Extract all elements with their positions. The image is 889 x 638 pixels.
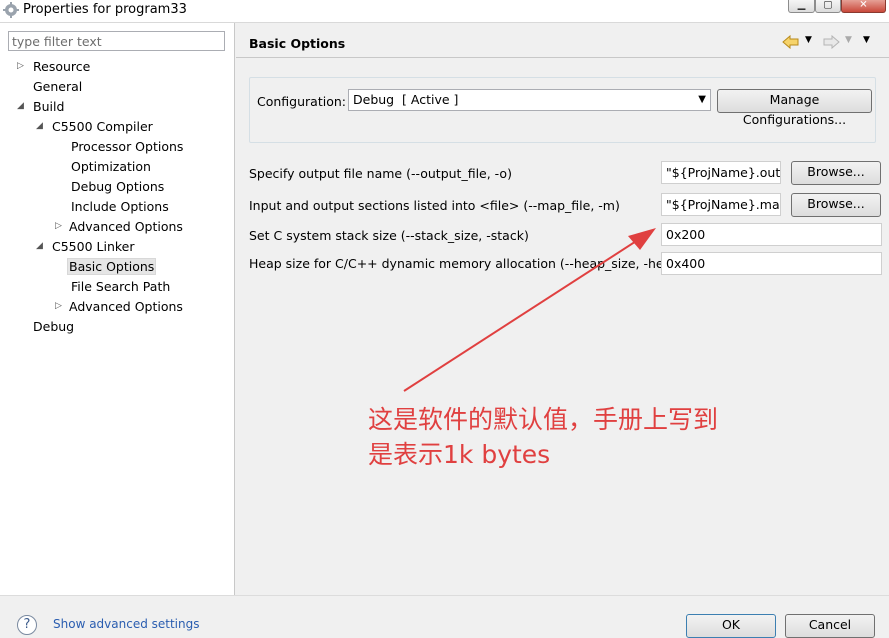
- tree-item-label: File Search Path: [71, 279, 171, 294]
- collapsed-arrow-icon[interactable]: ▷: [55, 297, 62, 316]
- main-panel: Basic Options ▼ ▼ ▼ Configuration: Debug…: [236, 23, 889, 595]
- tree-item-c5500-compiler[interactable]: ◢ C5500 Compiler: [36, 117, 155, 136]
- chevron-down-icon: ▼: [698, 94, 706, 105]
- title-bar: Properties for program33 ▁ ▢ ✕: [0, 0, 889, 23]
- stack-size-input[interactable]: 0x200: [661, 223, 882, 246]
- tree-item-debug[interactable]: Debug: [31, 317, 76, 336]
- output-file-input[interactable]: "${ProjName}.out": [661, 161, 781, 184]
- app-icon: [3, 2, 19, 18]
- tree-item-label: Resource: [33, 59, 91, 74]
- chevron-down-icon[interactable]: ▼: [805, 35, 812, 45]
- close-icon: ✕: [859, 0, 868, 10]
- tree-item-label: Build: [33, 99, 65, 114]
- tree-item-label: General: [33, 79, 83, 94]
- annotation-text: 这是软件的默认值，手册上写到 是表示1k bytes: [368, 402, 718, 472]
- filter-input[interactable]: [8, 31, 225, 51]
- tree-item-label: Advanced Options: [69, 219, 183, 234]
- tree-item-resource[interactable]: ▷ Resource: [17, 57, 92, 76]
- advanced-settings-link[interactable]: Show advanced settings: [53, 617, 200, 631]
- expanded-arrow-icon[interactable]: ◢: [17, 97, 24, 116]
- configuration-select[interactable]: Debug [ Active ] ▼: [348, 89, 711, 111]
- tree-item-label: C5500 Linker: [52, 239, 135, 254]
- minimize-button[interactable]: ▁: [788, 0, 815, 13]
- tree-item-include-options[interactable]: Include Options: [69, 197, 171, 216]
- annotation-line-1: 这是软件的默认值，手册上写到: [368, 405, 719, 434]
- minimize-icon: ▁: [797, 0, 806, 10]
- tree-item-file-search-path[interactable]: File Search Path: [69, 277, 172, 296]
- heap-size-label: Heap size for C/C++ dynamic memory alloc…: [249, 256, 685, 271]
- configuration-value: Debug [ Active ]: [353, 92, 459, 107]
- expanded-arrow-icon[interactable]: ◢: [36, 117, 43, 136]
- view-menu-icon[interactable]: ▼: [863, 35, 870, 45]
- tree-item-label: Basic Options: [67, 258, 157, 275]
- collapsed-arrow-icon[interactable]: ▷: [17, 57, 24, 76]
- tree-item-optimization[interactable]: Optimization: [69, 157, 153, 176]
- tree-item-label: C5500 Compiler: [52, 119, 153, 134]
- stack-size-label: Set C system stack size (--stack_size, -…: [249, 228, 529, 243]
- collapsed-arrow-icon[interactable]: ▷: [55, 217, 62, 236]
- tree-item-debug-options[interactable]: Debug Options: [69, 177, 166, 196]
- window-title: Properties for program33: [23, 2, 187, 17]
- map-file-label: Input and output sections listed into <f…: [249, 198, 620, 213]
- back-arrow-icon[interactable]: [782, 35, 800, 49]
- tree-item-label: Advanced Options: [69, 299, 183, 314]
- browse-map-file-button[interactable]: Browse...: [791, 193, 881, 217]
- tree-item-build[interactable]: ◢ Build: [17, 97, 66, 116]
- browse-output-file-button[interactable]: Browse...: [791, 161, 881, 185]
- tree-item-label: Optimization: [71, 159, 151, 174]
- heap-size-input[interactable]: 0x400: [661, 252, 882, 275]
- sidebar: ▷ Resource General ◢ Build ◢ C5500 Compi…: [0, 23, 235, 595]
- tree-item-label: Debug: [33, 319, 75, 334]
- tree-item-label: Processor Options: [71, 139, 184, 154]
- tree-item-label: Include Options: [71, 199, 169, 214]
- output-file-label: Specify output file name (--output_file,…: [249, 166, 512, 181]
- tree-item-compiler-advanced-options[interactable]: ▷ Advanced Options: [55, 217, 185, 236]
- forward-arrow-icon[interactable]: [822, 35, 840, 49]
- manage-configurations-button[interactable]: Manage Configurations...: [717, 89, 872, 127]
- close-button[interactable]: ✕: [841, 0, 886, 13]
- tree-item-label: Debug Options: [71, 179, 165, 194]
- header-divider: [236, 57, 889, 58]
- map-file-input[interactable]: "${ProjName}.map": [661, 193, 781, 216]
- ok-button[interactable]: OK: [686, 614, 776, 638]
- cancel-button[interactable]: Cancel: [785, 614, 875, 638]
- configuration-label: Configuration:: [257, 94, 346, 109]
- help-icon[interactable]: ?: [17, 615, 37, 635]
- tree-item-general[interactable]: General: [31, 77, 84, 96]
- maximize-button[interactable]: ▢: [815, 0, 841, 13]
- tree-item-basic-options[interactable]: Basic Options: [67, 257, 157, 276]
- footer: ? Show advanced settings OK Cancel: [0, 595, 889, 638]
- tree-item-processor-options[interactable]: Processor Options: [69, 137, 185, 156]
- page-title: Basic Options: [249, 36, 346, 51]
- chevron-down-icon: ▼: [845, 35, 852, 45]
- annotation-line-2: 是表示1k bytes: [368, 440, 551, 469]
- tree-item-c5500-linker[interactable]: ◢ C5500 Linker: [36, 237, 137, 256]
- expanded-arrow-icon[interactable]: ◢: [36, 237, 43, 256]
- maximize-icon: ▢: [823, 0, 833, 10]
- tree-item-linker-advanced-options[interactable]: ▷ Advanced Options: [55, 297, 185, 316]
